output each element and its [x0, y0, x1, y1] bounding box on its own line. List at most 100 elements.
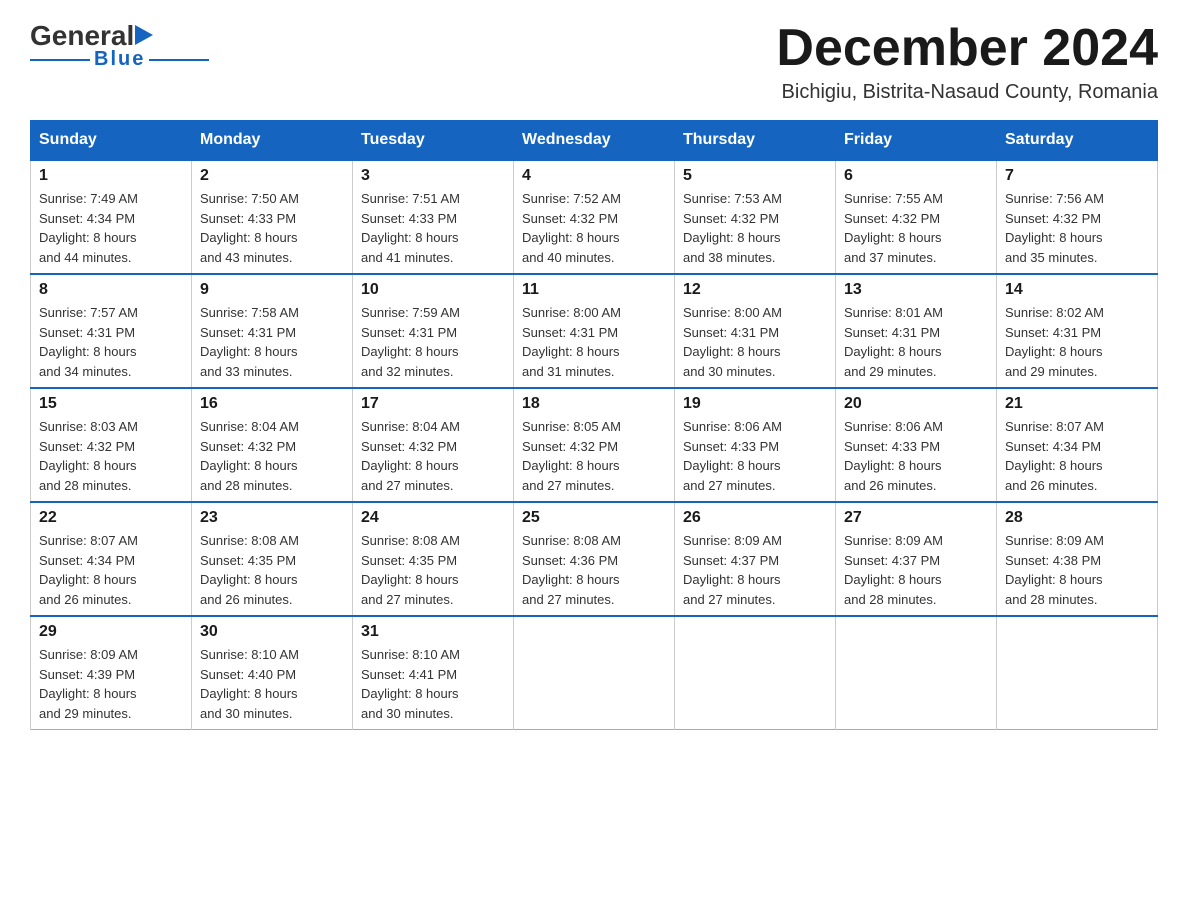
day-info: Sunrise: 8:07 AM Sunset: 4:34 PM Dayligh… — [39, 533, 138, 607]
day-number: 31 — [361, 623, 505, 641]
location-subtitle: Bichigiu, Bistrita-Nasaud County, Romani… — [776, 81, 1158, 104]
empty-cell — [997, 616, 1158, 730]
day-info: Sunrise: 8:06 AM Sunset: 4:33 PM Dayligh… — [683, 419, 782, 493]
day-number: 27 — [844, 509, 988, 527]
logo: General Blue — [30, 20, 209, 71]
day-cell-30: 30 Sunrise: 8:10 AM Sunset: 4:40 PM Dayl… — [192, 616, 353, 730]
day-number: 11 — [522, 281, 666, 299]
day-number: 26 — [683, 509, 827, 527]
day-cell-9: 9 Sunrise: 7:58 AM Sunset: 4:31 PM Dayli… — [192, 274, 353, 388]
header-wednesday: Wednesday — [514, 121, 675, 161]
day-info: Sunrise: 7:49 AM Sunset: 4:34 PM Dayligh… — [39, 191, 138, 265]
day-info: Sunrise: 8:00 AM Sunset: 4:31 PM Dayligh… — [683, 305, 782, 379]
day-cell-25: 25 Sunrise: 8:08 AM Sunset: 4:36 PM Dayl… — [514, 502, 675, 616]
day-info: Sunrise: 8:06 AM Sunset: 4:33 PM Dayligh… — [844, 419, 943, 493]
day-cell-2: 2 Sunrise: 7:50 AM Sunset: 4:33 PM Dayli… — [192, 160, 353, 274]
day-info: Sunrise: 8:04 AM Sunset: 4:32 PM Dayligh… — [200, 419, 299, 493]
header-sunday: Sunday — [31, 121, 192, 161]
week-row-2: 8 Sunrise: 7:57 AM Sunset: 4:31 PM Dayli… — [31, 274, 1158, 388]
day-cell-3: 3 Sunrise: 7:51 AM Sunset: 4:33 PM Dayli… — [353, 160, 514, 274]
day-info: Sunrise: 8:08 AM Sunset: 4:35 PM Dayligh… — [361, 533, 460, 607]
day-number: 18 — [522, 395, 666, 413]
day-cell-18: 18 Sunrise: 8:05 AM Sunset: 4:32 PM Dayl… — [514, 388, 675, 502]
empty-cell — [514, 616, 675, 730]
day-cell-31: 31 Sunrise: 8:10 AM Sunset: 4:41 PM Dayl… — [353, 616, 514, 730]
empty-cell — [836, 616, 997, 730]
day-number: 29 — [39, 623, 183, 641]
header-thursday: Thursday — [675, 121, 836, 161]
day-number: 8 — [39, 281, 183, 299]
day-info: Sunrise: 8:09 AM Sunset: 4:37 PM Dayligh… — [844, 533, 943, 607]
day-cell-23: 23 Sunrise: 8:08 AM Sunset: 4:35 PM Dayl… — [192, 502, 353, 616]
day-number: 15 — [39, 395, 183, 413]
day-cell-12: 12 Sunrise: 8:00 AM Sunset: 4:31 PM Dayl… — [675, 274, 836, 388]
day-number: 24 — [361, 509, 505, 527]
day-info: Sunrise: 7:59 AM Sunset: 4:31 PM Dayligh… — [361, 305, 460, 379]
day-cell-5: 5 Sunrise: 7:53 AM Sunset: 4:32 PM Dayli… — [675, 160, 836, 274]
day-info: Sunrise: 8:05 AM Sunset: 4:32 PM Dayligh… — [522, 419, 621, 493]
day-cell-19: 19 Sunrise: 8:06 AM Sunset: 4:33 PM Dayl… — [675, 388, 836, 502]
day-number: 20 — [844, 395, 988, 413]
day-cell-17: 17 Sunrise: 8:04 AM Sunset: 4:32 PM Dayl… — [353, 388, 514, 502]
day-info: Sunrise: 8:00 AM Sunset: 4:31 PM Dayligh… — [522, 305, 621, 379]
day-number: 23 — [200, 509, 344, 527]
day-cell-28: 28 Sunrise: 8:09 AM Sunset: 4:38 PM Dayl… — [997, 502, 1158, 616]
day-info: Sunrise: 7:58 AM Sunset: 4:31 PM Dayligh… — [200, 305, 299, 379]
day-cell-24: 24 Sunrise: 8:08 AM Sunset: 4:35 PM Dayl… — [353, 502, 514, 616]
week-row-4: 22 Sunrise: 8:07 AM Sunset: 4:34 PM Dayl… — [31, 502, 1158, 616]
day-info: Sunrise: 7:53 AM Sunset: 4:32 PM Dayligh… — [683, 191, 782, 265]
day-cell-15: 15 Sunrise: 8:03 AM Sunset: 4:32 PM Dayl… — [31, 388, 192, 502]
day-number: 4 — [522, 167, 666, 185]
day-number: 9 — [200, 281, 344, 299]
day-cell-8: 8 Sunrise: 7:57 AM Sunset: 4:31 PM Dayli… — [31, 274, 192, 388]
day-info: Sunrise: 8:09 AM Sunset: 4:37 PM Dayligh… — [683, 533, 782, 607]
day-number: 14 — [1005, 281, 1149, 299]
day-info: Sunrise: 8:08 AM Sunset: 4:35 PM Dayligh… — [200, 533, 299, 607]
day-cell-4: 4 Sunrise: 7:52 AM Sunset: 4:32 PM Dayli… — [514, 160, 675, 274]
day-number: 10 — [361, 281, 505, 299]
month-title: December 2024 — [776, 20, 1158, 77]
day-number: 21 — [1005, 395, 1149, 413]
day-info: Sunrise: 7:52 AM Sunset: 4:32 PM Dayligh… — [522, 191, 621, 265]
logo-triangle-icon — [135, 25, 153, 45]
day-cell-21: 21 Sunrise: 8:07 AM Sunset: 4:34 PM Dayl… — [997, 388, 1158, 502]
header-tuesday: Tuesday — [353, 121, 514, 161]
day-info: Sunrise: 8:04 AM Sunset: 4:32 PM Dayligh… — [361, 419, 460, 493]
day-cell-11: 11 Sunrise: 8:00 AM Sunset: 4:31 PM Dayl… — [514, 274, 675, 388]
day-cell-29: 29 Sunrise: 8:09 AM Sunset: 4:39 PM Dayl… — [31, 616, 192, 730]
day-header-row: Sunday Monday Tuesday Wednesday Thursday… — [31, 121, 1158, 161]
day-info: Sunrise: 8:03 AM Sunset: 4:32 PM Dayligh… — [39, 419, 138, 493]
day-info: Sunrise: 8:10 AM Sunset: 4:40 PM Dayligh… — [200, 647, 299, 721]
day-info: Sunrise: 8:09 AM Sunset: 4:38 PM Dayligh… — [1005, 533, 1104, 607]
day-number: 25 — [522, 509, 666, 527]
day-number: 6 — [844, 167, 988, 185]
day-cell-27: 27 Sunrise: 8:09 AM Sunset: 4:37 PM Dayl… — [836, 502, 997, 616]
logo-blue-text: Blue — [94, 48, 145, 71]
day-info: Sunrise: 8:10 AM Sunset: 4:41 PM Dayligh… — [361, 647, 460, 721]
day-cell-6: 6 Sunrise: 7:55 AM Sunset: 4:32 PM Dayli… — [836, 160, 997, 274]
day-cell-1: 1 Sunrise: 7:49 AM Sunset: 4:34 PM Dayli… — [31, 160, 192, 274]
day-cell-14: 14 Sunrise: 8:02 AM Sunset: 4:31 PM Dayl… — [997, 274, 1158, 388]
day-number: 12 — [683, 281, 827, 299]
page-header: General Blue December 2024 Bichigiu, Bis… — [30, 20, 1158, 104]
day-number: 30 — [200, 623, 344, 641]
day-number: 2 — [200, 167, 344, 185]
day-cell-16: 16 Sunrise: 8:04 AM Sunset: 4:32 PM Dayl… — [192, 388, 353, 502]
header-monday: Monday — [192, 121, 353, 161]
day-number: 22 — [39, 509, 183, 527]
day-number: 1 — [39, 167, 183, 185]
day-cell-13: 13 Sunrise: 8:01 AM Sunset: 4:31 PM Dayl… — [836, 274, 997, 388]
week-row-5: 29 Sunrise: 8:09 AM Sunset: 4:39 PM Dayl… — [31, 616, 1158, 730]
day-number: 16 — [200, 395, 344, 413]
day-info: Sunrise: 7:55 AM Sunset: 4:32 PM Dayligh… — [844, 191, 943, 265]
calendar-table: Sunday Monday Tuesday Wednesday Thursday… — [30, 120, 1158, 730]
header-friday: Friday — [836, 121, 997, 161]
day-cell-26: 26 Sunrise: 8:09 AM Sunset: 4:37 PM Dayl… — [675, 502, 836, 616]
empty-cell — [675, 616, 836, 730]
day-info: Sunrise: 7:50 AM Sunset: 4:33 PM Dayligh… — [200, 191, 299, 265]
day-info: Sunrise: 8:01 AM Sunset: 4:31 PM Dayligh… — [844, 305, 943, 379]
day-number: 13 — [844, 281, 988, 299]
day-number: 17 — [361, 395, 505, 413]
day-number: 7 — [1005, 167, 1149, 185]
day-cell-7: 7 Sunrise: 7:56 AM Sunset: 4:32 PM Dayli… — [997, 160, 1158, 274]
